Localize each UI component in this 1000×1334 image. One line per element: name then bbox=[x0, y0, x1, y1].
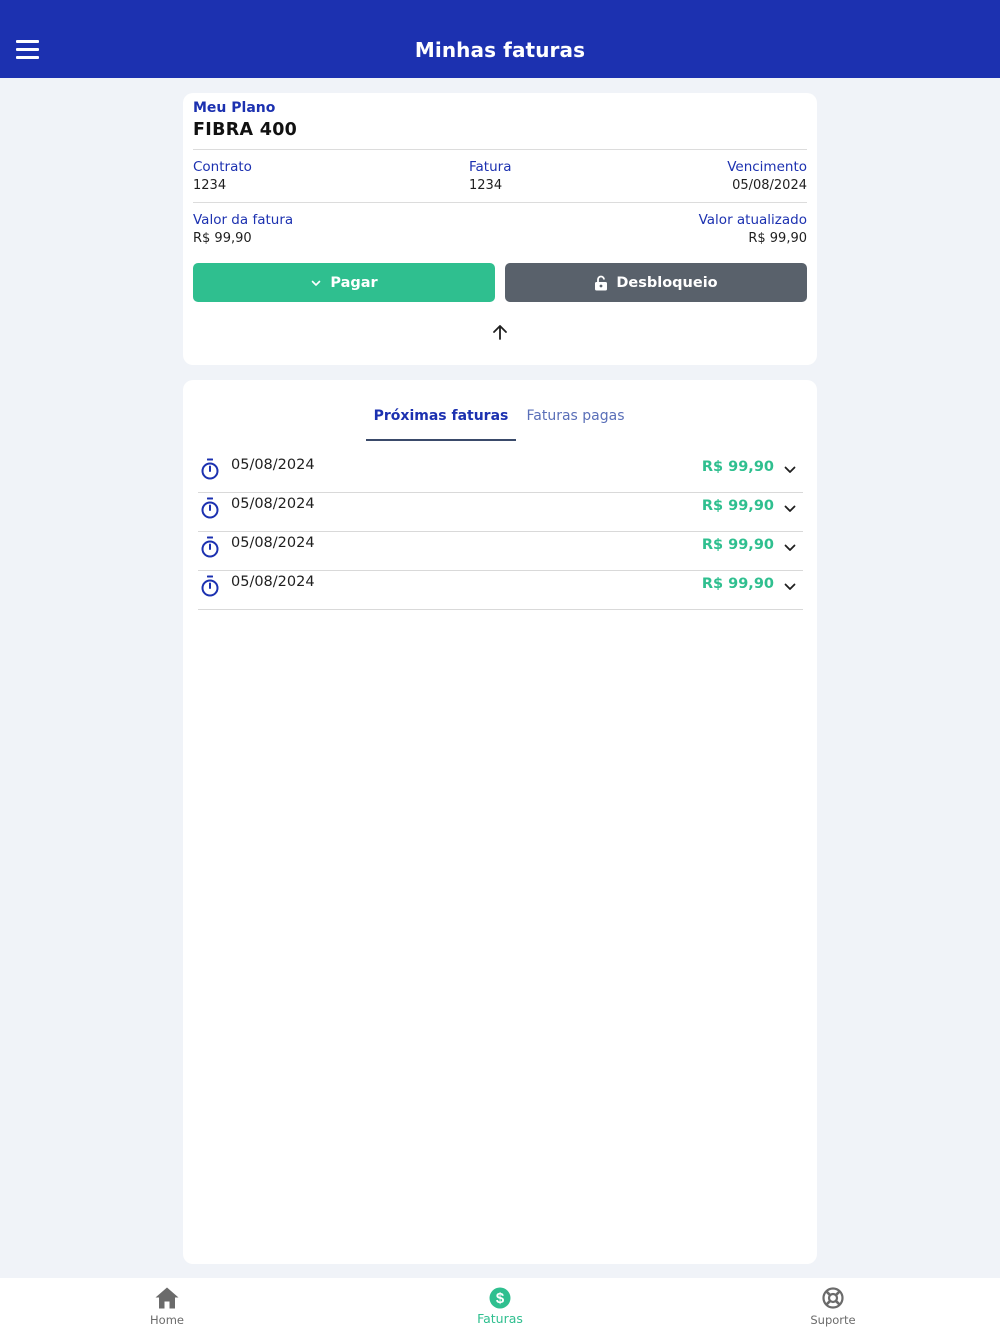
valor-atualizado-value: R$ 99,90 bbox=[748, 231, 807, 246]
timer-icon bbox=[201, 536, 219, 558]
tab-active-indicator bbox=[366, 439, 516, 441]
bottom-navigation: Home $ Faturas Suporte bbox=[0, 1278, 1000, 1334]
tab-proximas-faturas[interactable]: Próximas faturas bbox=[366, 408, 516, 438]
chevron-down-icon[interactable] bbox=[783, 541, 797, 555]
fatura-label: Fatura bbox=[469, 159, 512, 175]
lifebuoy-icon bbox=[822, 1287, 844, 1309]
divider bbox=[193, 202, 807, 203]
invoice-row[interactable]: 05/08/2024 R$ 99,90 bbox=[198, 493, 803, 532]
pay-button-label: Pagar bbox=[330, 274, 378, 291]
unlock-button-label: Desbloqueio bbox=[616, 274, 718, 291]
home-icon bbox=[155, 1287, 179, 1309]
nav-item-home[interactable]: Home bbox=[107, 1278, 227, 1334]
timer-icon bbox=[201, 458, 219, 480]
contrato-label: Contrato bbox=[193, 159, 252, 175]
plan-name: FIBRA 400 bbox=[193, 120, 298, 140]
timer-icon bbox=[201, 575, 219, 597]
chevron-down-icon[interactable] bbox=[783, 502, 797, 516]
nav-item-faturas[interactable]: $ Faturas bbox=[440, 1278, 560, 1334]
invoice-row[interactable]: 05/08/2024 R$ 99,90 bbox=[198, 532, 803, 571]
timer-icon bbox=[201, 497, 219, 519]
plan-label: Meu Plano bbox=[193, 100, 276, 116]
nav-item-suporte[interactable]: Suporte bbox=[773, 1278, 893, 1334]
invoice-date: 05/08/2024 bbox=[231, 496, 315, 512]
invoice-date: 05/08/2024 bbox=[231, 574, 315, 590]
arrow-up-icon[interactable] bbox=[490, 322, 510, 342]
top-app-bar: Minhas faturas bbox=[0, 0, 1000, 78]
valor-fatura-value: R$ 99,90 bbox=[193, 231, 252, 246]
invoice-date: 05/08/2024 bbox=[231, 535, 315, 551]
page-title: Minhas faturas bbox=[414, 38, 586, 62]
nav-label-faturas: Faturas bbox=[477, 1311, 523, 1326]
contrato-value: 1234 bbox=[193, 178, 227, 193]
svg-text:$: $ bbox=[496, 1290, 505, 1307]
invoice-row[interactable]: 05/08/2024 R$ 99,90 bbox=[198, 454, 803, 493]
tab-faturas-pagas[interactable]: Faturas pagas bbox=[523, 408, 628, 424]
divider bbox=[193, 149, 807, 150]
invoice-date: 05/08/2024 bbox=[231, 457, 315, 473]
pay-button[interactable]: Pagar bbox=[193, 263, 495, 302]
unlock-button[interactable]: Desbloqueio bbox=[505, 263, 807, 302]
dollar-circle-icon: $ bbox=[489, 1287, 511, 1309]
valor-atualizado-label: Valor atualizado bbox=[698, 212, 807, 228]
vencimento-label: Vencimento bbox=[727, 159, 807, 175]
vencimento-value: 05/08/2024 bbox=[732, 178, 807, 193]
invoice-amount: R$ 99,90 bbox=[701, 459, 774, 475]
plan-card: Meu Plano FIBRA 400 Contrato 1234 Fatura… bbox=[183, 93, 817, 365]
nav-label-suporte: Suporte bbox=[810, 1313, 856, 1327]
invoice-amount: R$ 99,90 bbox=[701, 537, 774, 553]
fatura-value: 1234 bbox=[469, 178, 503, 193]
nav-label-home: Home bbox=[150, 1313, 184, 1327]
invoice-amount: R$ 99,90 bbox=[701, 498, 774, 514]
chevron-down-icon[interactable] bbox=[783, 463, 797, 477]
valor-fatura-label: Valor da fatura bbox=[193, 212, 294, 228]
invoices-card: Próximas faturas Faturas pagas 05/08/202… bbox=[183, 380, 817, 1264]
lock-open-icon bbox=[595, 275, 608, 290]
chevron-down-icon bbox=[312, 280, 321, 286]
invoice-amount: R$ 99,90 bbox=[701, 576, 774, 592]
invoice-row[interactable]: 05/08/2024 R$ 99,90 bbox=[198, 571, 803, 610]
chevron-down-icon[interactable] bbox=[783, 580, 797, 594]
